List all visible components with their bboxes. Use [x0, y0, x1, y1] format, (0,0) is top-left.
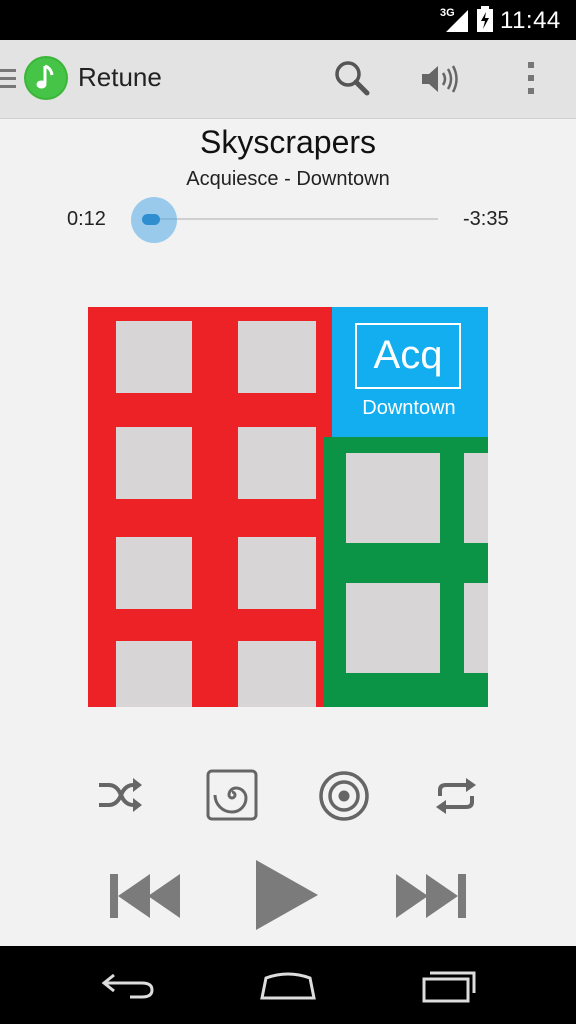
art-caption: Downtown [362, 397, 456, 419]
target-icon[interactable] [318, 770, 370, 822]
app-title: Retune [78, 62, 162, 92]
album-art: Acq Downtown [88, 307, 488, 707]
status-bar: 3G 11:44 [0, 0, 576, 40]
art-window [464, 583, 488, 673]
art-window [116, 321, 192, 393]
search-icon[interactable] [334, 60, 370, 96]
repeat-icon[interactable] [432, 776, 480, 816]
art-window [116, 427, 192, 499]
art-window [116, 537, 192, 609]
app-bar: Retune [0, 40, 576, 119]
spiral-effect-icon[interactable] [206, 769, 258, 821]
shuffle-icon[interactable] [97, 776, 143, 814]
seek-bar[interactable] [154, 218, 438, 220]
signal-icon [446, 10, 468, 32]
art-window [346, 453, 440, 543]
art-logo-text: Acq [355, 323, 461, 389]
volume-icon[interactable] [420, 63, 460, 95]
overflow-menu-icon[interactable] [526, 60, 536, 96]
seek-thumb[interactable] [142, 214, 160, 225]
battery-icon [477, 6, 493, 32]
art-window [238, 641, 316, 707]
art-window [238, 537, 316, 609]
remaining-time: -3:35 [463, 208, 509, 230]
drawer-icon[interactable] [0, 67, 16, 91]
art-window [238, 321, 316, 393]
music-note-icon[interactable] [24, 56, 68, 100]
play-icon[interactable] [256, 860, 318, 930]
previous-icon[interactable] [110, 874, 182, 918]
system-nav-bar [0, 946, 576, 1024]
next-icon[interactable] [394, 874, 466, 918]
art-window [346, 583, 440, 673]
art-window [238, 427, 316, 499]
track-title: Skyscrapers [199, 124, 377, 160]
art-window [464, 453, 488, 543]
clock: 11:44 [500, 7, 561, 34]
home-icon[interactable] [258, 972, 318, 1002]
back-icon[interactable] [100, 971, 156, 1001]
track-artist-album: Acquiesce - Downtown [186, 168, 390, 190]
recents-icon[interactable] [422, 969, 478, 1003]
art-window [116, 641, 192, 707]
elapsed-time: 0:12 [67, 208, 106, 230]
